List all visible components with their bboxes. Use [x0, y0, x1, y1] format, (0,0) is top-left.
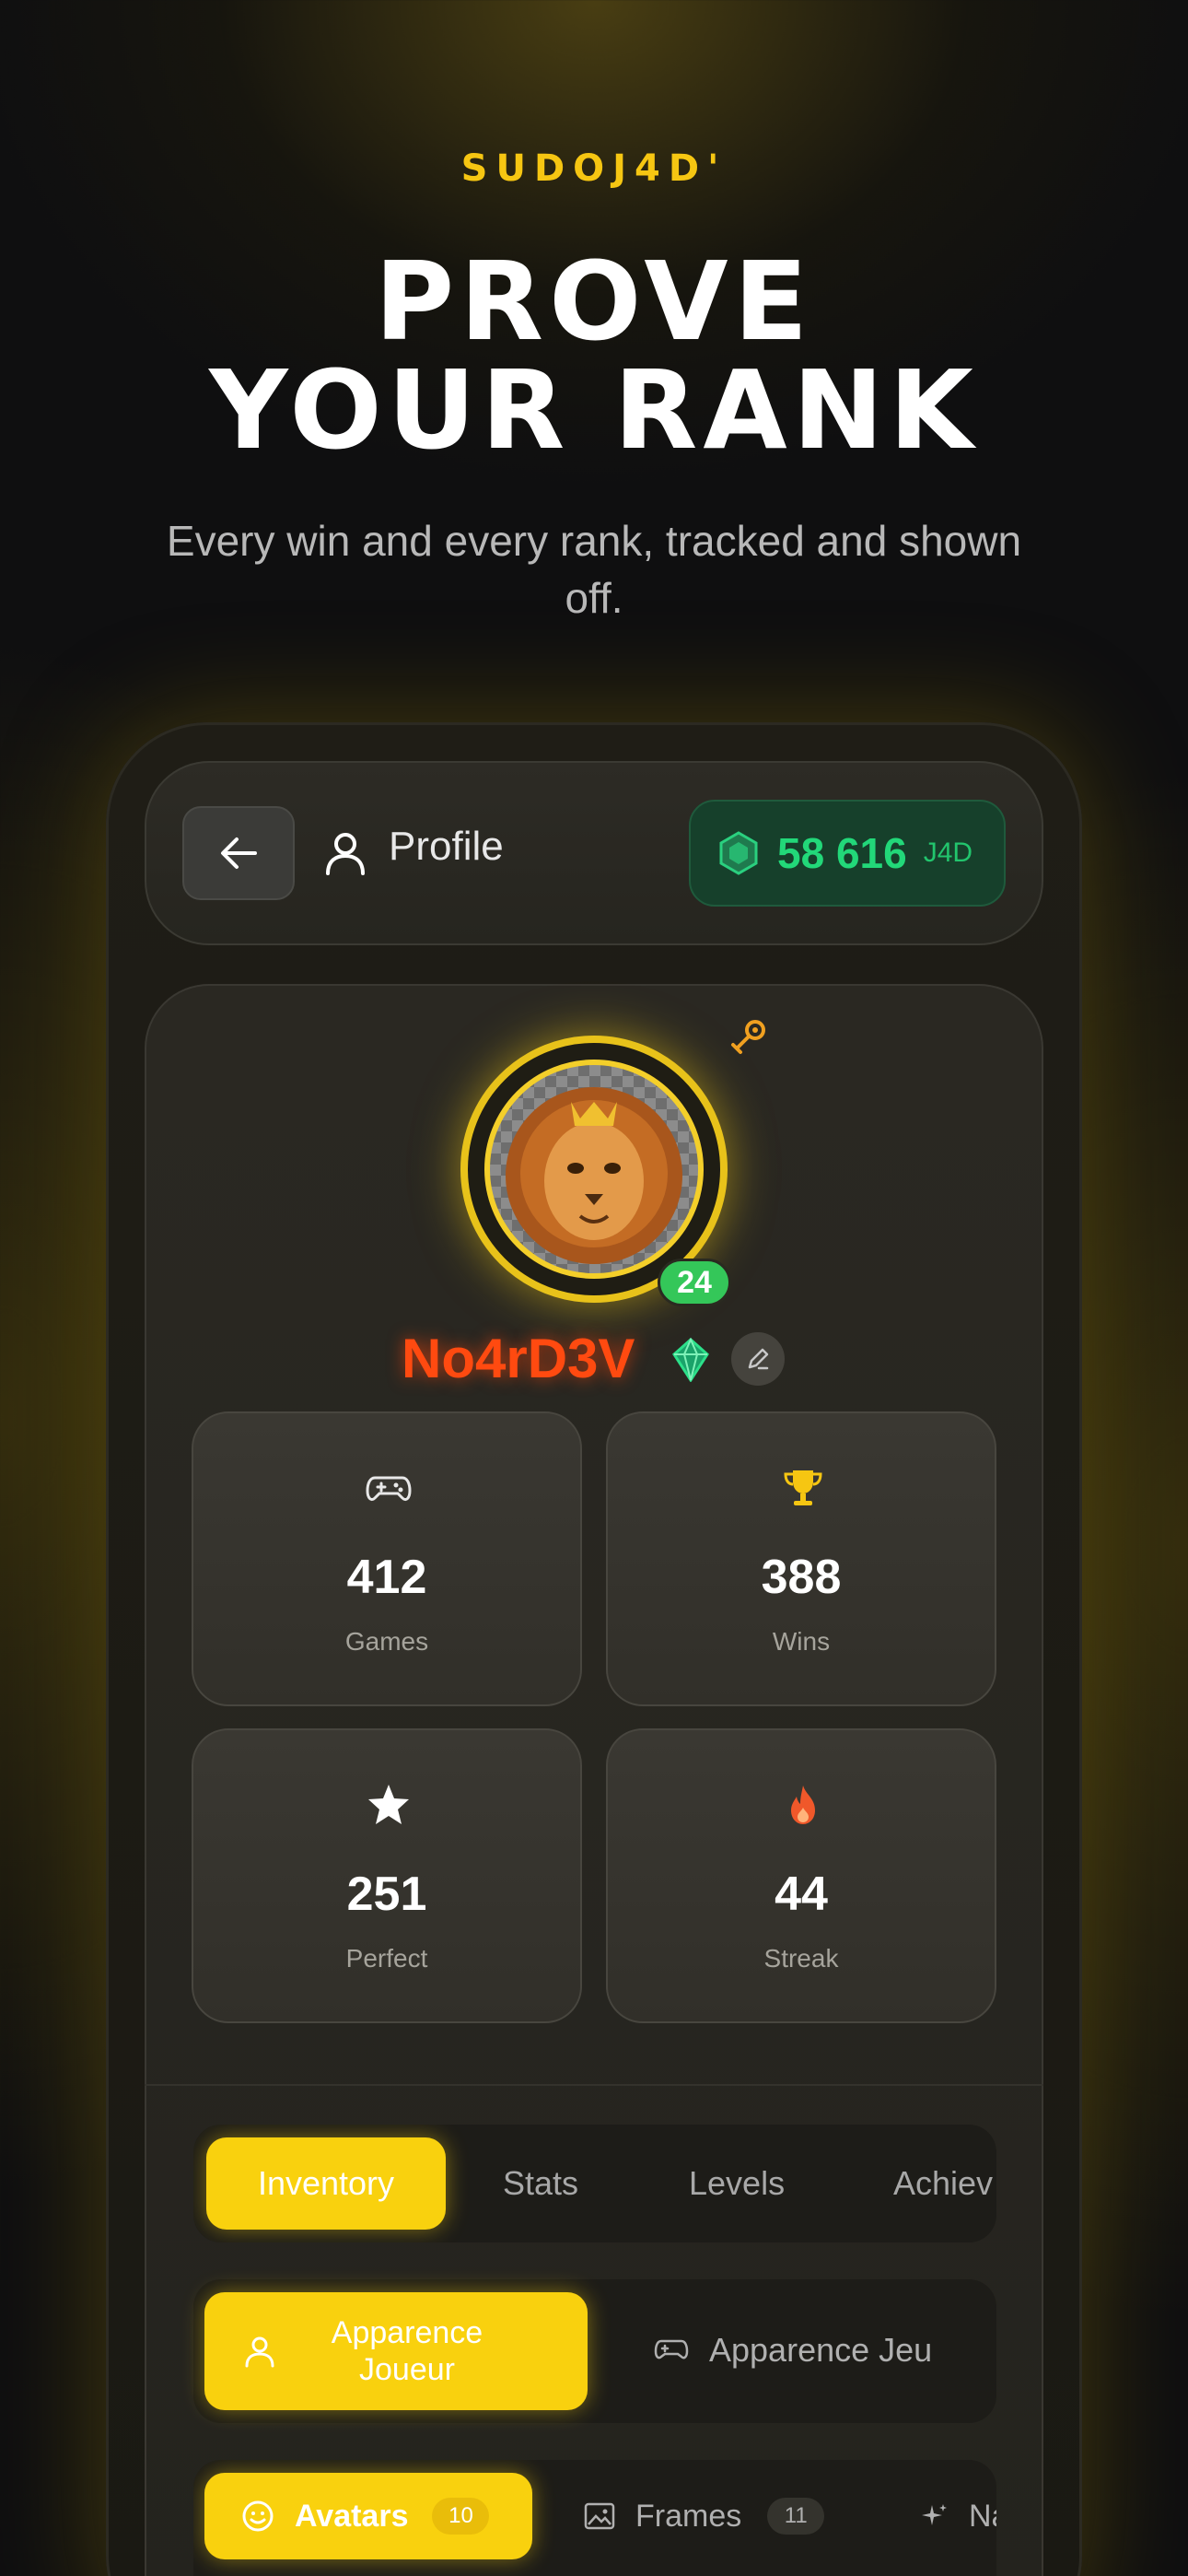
stat-value: 412 — [346, 1551, 427, 1604]
user-icon — [326, 833, 365, 875]
green-gem-icon — [719, 831, 758, 875]
hero-subtitle: Every win and every rank, tracked and sh… — [166, 517, 1022, 622]
filter-count: 11 — [767, 2498, 825, 2535]
edit-username-button[interactable] — [731, 1332, 785, 1386]
sparkle-icon — [922, 2504, 947, 2525]
page-title: Profile — [389, 824, 504, 869]
filter-count: 10 — [432, 2498, 490, 2535]
smiley-icon — [242, 2500, 274, 2532]
stat-label: Wins — [772, 1627, 831, 1656]
balance-amount: 58 616 — [777, 829, 907, 877]
filter-label: Frames — [635, 2498, 742, 2534]
hero-title-line2: YOUR RANK — [209, 346, 979, 474]
level-badge: 24 — [658, 1259, 731, 1306]
tab-inventory[interactable]: Inventory — [206, 2137, 446, 2230]
subtab-apparence-joueur[interactable]: Apparence Joueur — [204, 2292, 588, 2410]
stat-label: Streak — [763, 1944, 839, 1973]
pin-icon[interactable] — [724, 1015, 770, 1061]
flame-icon — [791, 1786, 815, 1824]
back-button[interactable] — [182, 806, 295, 900]
gamepad-icon — [654, 2339, 689, 2359]
stat-value: 388 — [761, 1551, 842, 1604]
stat-card-wins: 388 Wins — [606, 1411, 996, 1706]
profile-tabs: Inventory Stats Levels Achiev — [193, 2125, 996, 2242]
tab-stats[interactable]: Stats — [503, 2137, 578, 2230]
stat-card-perfect: 251 Perfect — [192, 1728, 582, 2023]
stat-card-streak: 44 Streak — [606, 1728, 996, 2023]
item-filter-bar: Avatars 10 Frames 11 Na — [193, 2460, 996, 2576]
filter-frames[interactable]: Frames 11 — [584, 2473, 825, 2559]
stat-label: Games — [344, 1627, 429, 1656]
stat-value: 44 — [775, 1868, 828, 1921]
diamond-icon — [672, 1338, 709, 1382]
filter-name[interactable]: Na — [921, 2473, 996, 2559]
hero-title-line1: PROVE — [374, 238, 814, 365]
section-divider — [145, 2084, 1043, 2086]
stat-label: Perfect — [345, 1944, 428, 1973]
currency-balance[interactable]: 58 616 J4D — [689, 800, 1006, 907]
star-icon — [368, 1785, 409, 1824]
filter-label: Avatars — [295, 2498, 409, 2534]
filter-label: Na — [969, 2498, 996, 2534]
pencil-icon — [748, 1348, 769, 1370]
subtab-apparence-jeu[interactable]: Apparence Jeu — [654, 2331, 932, 2370]
avatar[interactable] — [484, 1060, 704, 1279]
user-icon — [245, 2336, 274, 2368]
subtab-label: Apparence Jeu — [709, 2331, 933, 2369]
stat-card-games: 412 Games — [192, 1411, 582, 1706]
lion-avatar — [506, 1087, 682, 1264]
balance-unit: J4D — [923, 837, 973, 868]
stat-value: 251 — [346, 1868, 427, 1921]
image-icon — [584, 2502, 615, 2530]
gamepad-icon — [366, 1476, 412, 1502]
username: No4rD3V — [402, 1328, 635, 1389]
tab-levels[interactable]: Levels — [689, 2137, 785, 2230]
tab-achievements[interactable]: Achiev — [893, 2137, 993, 2230]
subtab-label-line2: Joueur — [359, 2352, 455, 2387]
trophy-icon — [784, 1470, 822, 1505]
filter-avatars[interactable]: Avatars 10 — [204, 2473, 532, 2559]
arrow-left-icon — [221, 837, 257, 869]
hero-title: PROVE YOUR RANK — [0, 247, 1188, 464]
brand-logo: SUDOJ4D' — [460, 147, 728, 190]
subtab-label-line1: Apparence — [331, 2315, 483, 2350]
subtab-label: Apparence Joueur — [297, 2314, 518, 2388]
